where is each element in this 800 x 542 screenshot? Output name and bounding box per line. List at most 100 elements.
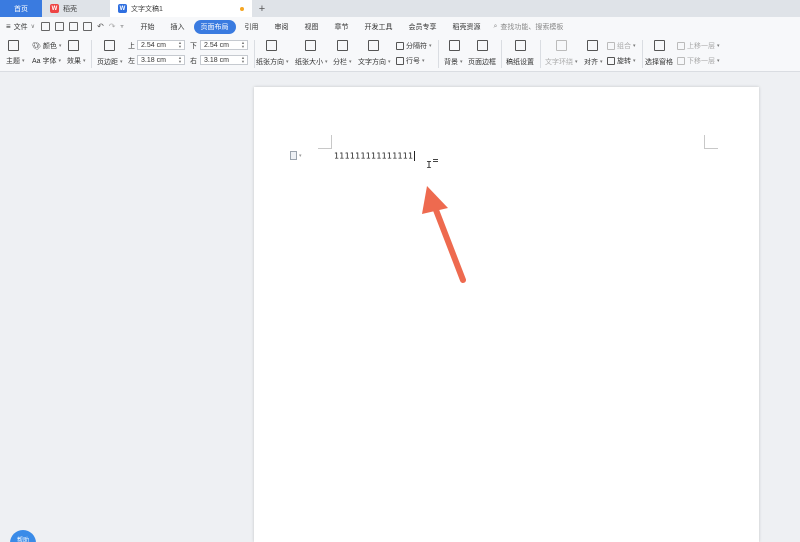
print-icon[interactable] — [69, 22, 79, 31]
rotate-button[interactable]: 旋转 ▾ — [607, 56, 636, 66]
help-float-button[interactable]: 帮助 — [10, 530, 36, 542]
divider — [91, 40, 92, 68]
separator-button[interactable]: 分隔符 ▾ — [396, 41, 432, 51]
undo-icon[interactable]: ↶ — [97, 22, 104, 31]
spinner-icon[interactable]: ▲ ▼ — [241, 41, 245, 49]
print-preview-icon[interactable] — [83, 22, 93, 31]
unsaved-dot-icon — [240, 7, 244, 11]
text-wrap-button[interactable]: 文字环绕 ▾ — [545, 57, 578, 67]
customize-icon[interactable]: ▿ — [120, 23, 123, 30]
menu-item-2[interactable]: 页面布局 — [193, 19, 236, 34]
redo-icon[interactable]: ↷ — [109, 22, 116, 31]
document-text[interactable]: 111111111111111 — [334, 151, 416, 161]
effect-button[interactable]: 效果 ▾ — [67, 56, 86, 66]
margin-top-value: 2.54 cm — [141, 41, 166, 49]
draft-settings-icon[interactable] — [515, 40, 526, 51]
align-label: 对齐 — [584, 59, 598, 66]
divider — [438, 40, 439, 68]
ribbon-page-layout: 主题 ▾ 🎨︎ 颜色 ▾ Aa 字体 ▾ 效果 ▾ 页边距 ▾ 上 2.54 cm ▲ ▼ 左 … — [0, 36, 800, 72]
background-icon[interactable] — [449, 40, 460, 51]
columns-icon[interactable] — [337, 40, 348, 51]
page-border-icon[interactable] — [477, 40, 488, 51]
menu-item-7[interactable]: 开发工具 — [358, 20, 400, 34]
text-direction-icon[interactable] — [368, 40, 379, 51]
margin-bottom-input[interactable]: 2.54 cm ▲ ▼ — [200, 40, 248, 50]
tab-home[interactable]: 首页 — [0, 0, 42, 17]
daoke-logo-icon: W — [50, 4, 59, 13]
menu-item-3[interactable]: 引用 — [238, 20, 266, 34]
line-number-label: 行号 — [406, 58, 420, 65]
line-number-icon — [396, 57, 404, 65]
menu-icon: ≡ — [6, 22, 11, 31]
paper-size-button[interactable]: 纸张大小 ▾ — [295, 57, 328, 67]
paragraph-layout-icon[interactable]: ▾ — [290, 151, 302, 160]
margin-right-input[interactable]: 3.18 cm ▲ ▼ — [200, 55, 248, 65]
menu-item-6[interactable]: 章节 — [328, 20, 356, 34]
theme-icon[interactable] — [8, 40, 19, 51]
tab-home-label: 首页 — [14, 5, 28, 13]
save-icon[interactable] — [41, 22, 51, 31]
select-pane-icon[interactable] — [654, 40, 665, 51]
orientation-icon[interactable] — [266, 40, 277, 51]
select-pane-button[interactable]: 选择窗格 — [645, 57, 673, 67]
help-float-label: 帮助 — [16, 538, 29, 542]
menu-item-8[interactable]: 会员专享 — [402, 20, 444, 34]
menu-item-5[interactable]: 视图 — [298, 20, 326, 34]
margin-right-label: 右 — [190, 58, 197, 65]
tab-bar: 首页 W 稻壳 W 文字文稿1 + — [0, 0, 800, 17]
columns-button[interactable]: 分栏 ▾ — [333, 57, 352, 67]
margin-left-input[interactable]: 3.18 cm ▲ ▼ — [137, 55, 185, 65]
click-and-type-icon — [433, 159, 438, 162]
orientation-button[interactable]: 纸张方向 ▾ — [256, 57, 289, 67]
document-page[interactable]: ▾ 111111111111111 I — [254, 87, 759, 542]
text-direction-button[interactable]: 文字方向 ▾ — [358, 57, 391, 67]
font-label: Aa 字体 — [32, 58, 57, 65]
paper-size-icon[interactable] — [305, 40, 316, 51]
color-button[interactable]: 🎨︎ 颜色 ▾ — [32, 41, 61, 51]
page-margin-button[interactable]: 页边距 ▾ — [97, 57, 123, 67]
feature-search[interactable]: ⌕ 查找功能、搜索模板 — [494, 22, 564, 32]
separator-icon — [396, 42, 404, 50]
file-menu-button[interactable]: ≡ 文件 ∨ — [6, 22, 35, 32]
align-icon[interactable] — [587, 40, 598, 51]
bring-forward-button[interactable]: 上移一层 ▾ — [677, 41, 720, 51]
menu-item-4[interactable]: 审阅 — [268, 20, 296, 34]
rotate-label: 旋转 — [617, 58, 631, 65]
draft-settings-button[interactable]: 稿纸设置 — [506, 57, 534, 67]
orientation-label: 纸张方向 — [256, 59, 284, 66]
margin-bottom-label: 下 — [190, 43, 197, 50]
menu-item-9[interactable]: 稻壳资源 — [446, 20, 488, 34]
line-number-button[interactable]: 行号 ▾ — [396, 56, 425, 66]
menu-bar: ≡ 文件 ∨ ↶ ↷ ▿ 开始 插入 页面布局 引用 审阅 视图 章节 开发工具… — [0, 17, 800, 36]
tab-document[interactable]: W 文字文稿1 — [110, 0, 252, 17]
spinner-icon[interactable]: ▲ ▼ — [178, 56, 182, 64]
divider — [642, 40, 643, 68]
group-button[interactable]: 组合 ▾ — [607, 41, 636, 51]
font-button[interactable]: Aa 字体 ▾ — [32, 56, 61, 66]
columns-label: 分栏 — [333, 59, 347, 66]
new-tab-button[interactable]: + — [252, 0, 272, 17]
theme-button[interactable]: 主题 ▾ — [6, 56, 25, 66]
page-border-button[interactable]: 页面边框 — [468, 57, 496, 67]
menu-item-0[interactable]: 开始 — [134, 20, 162, 34]
align-button[interactable]: 对齐 ▾ — [584, 57, 603, 67]
spinner-icon[interactable]: ▲ ▼ — [241, 56, 245, 64]
margin-top-input[interactable]: 2.54 cm ▲ ▼ — [137, 40, 185, 50]
quick-access-toolbar: ↶ ↷ ▿ — [41, 22, 124, 31]
spinner-icon[interactable]: ▲ ▼ — [178, 41, 182, 49]
writer-doc-icon: W — [118, 4, 127, 13]
palette-icon: 🎨︎ — [32, 43, 41, 50]
background-button[interactable]: 背景 ▾ — [444, 57, 463, 67]
tab-document-label: 文字文稿1 — [131, 5, 163, 13]
margin-top-label: 上 — [128, 43, 135, 50]
send-backward-button[interactable]: 下移一层 ▾ — [677, 56, 720, 66]
search-icon: ⌕ — [493, 22, 498, 30]
group-icon — [607, 42, 615, 50]
effect-icon[interactable] — [68, 40, 79, 51]
text-wrap-label: 文字环绕 — [545, 59, 573, 66]
tab-daoke[interactable]: W 稻壳 — [42, 0, 110, 17]
export-pdf-icon[interactable] — [55, 22, 65, 31]
ibeam-cursor-icon: I — [426, 160, 433, 171]
menu-item-1[interactable]: 插入 — [164, 20, 192, 34]
page-margin-icon[interactable] — [104, 40, 115, 51]
